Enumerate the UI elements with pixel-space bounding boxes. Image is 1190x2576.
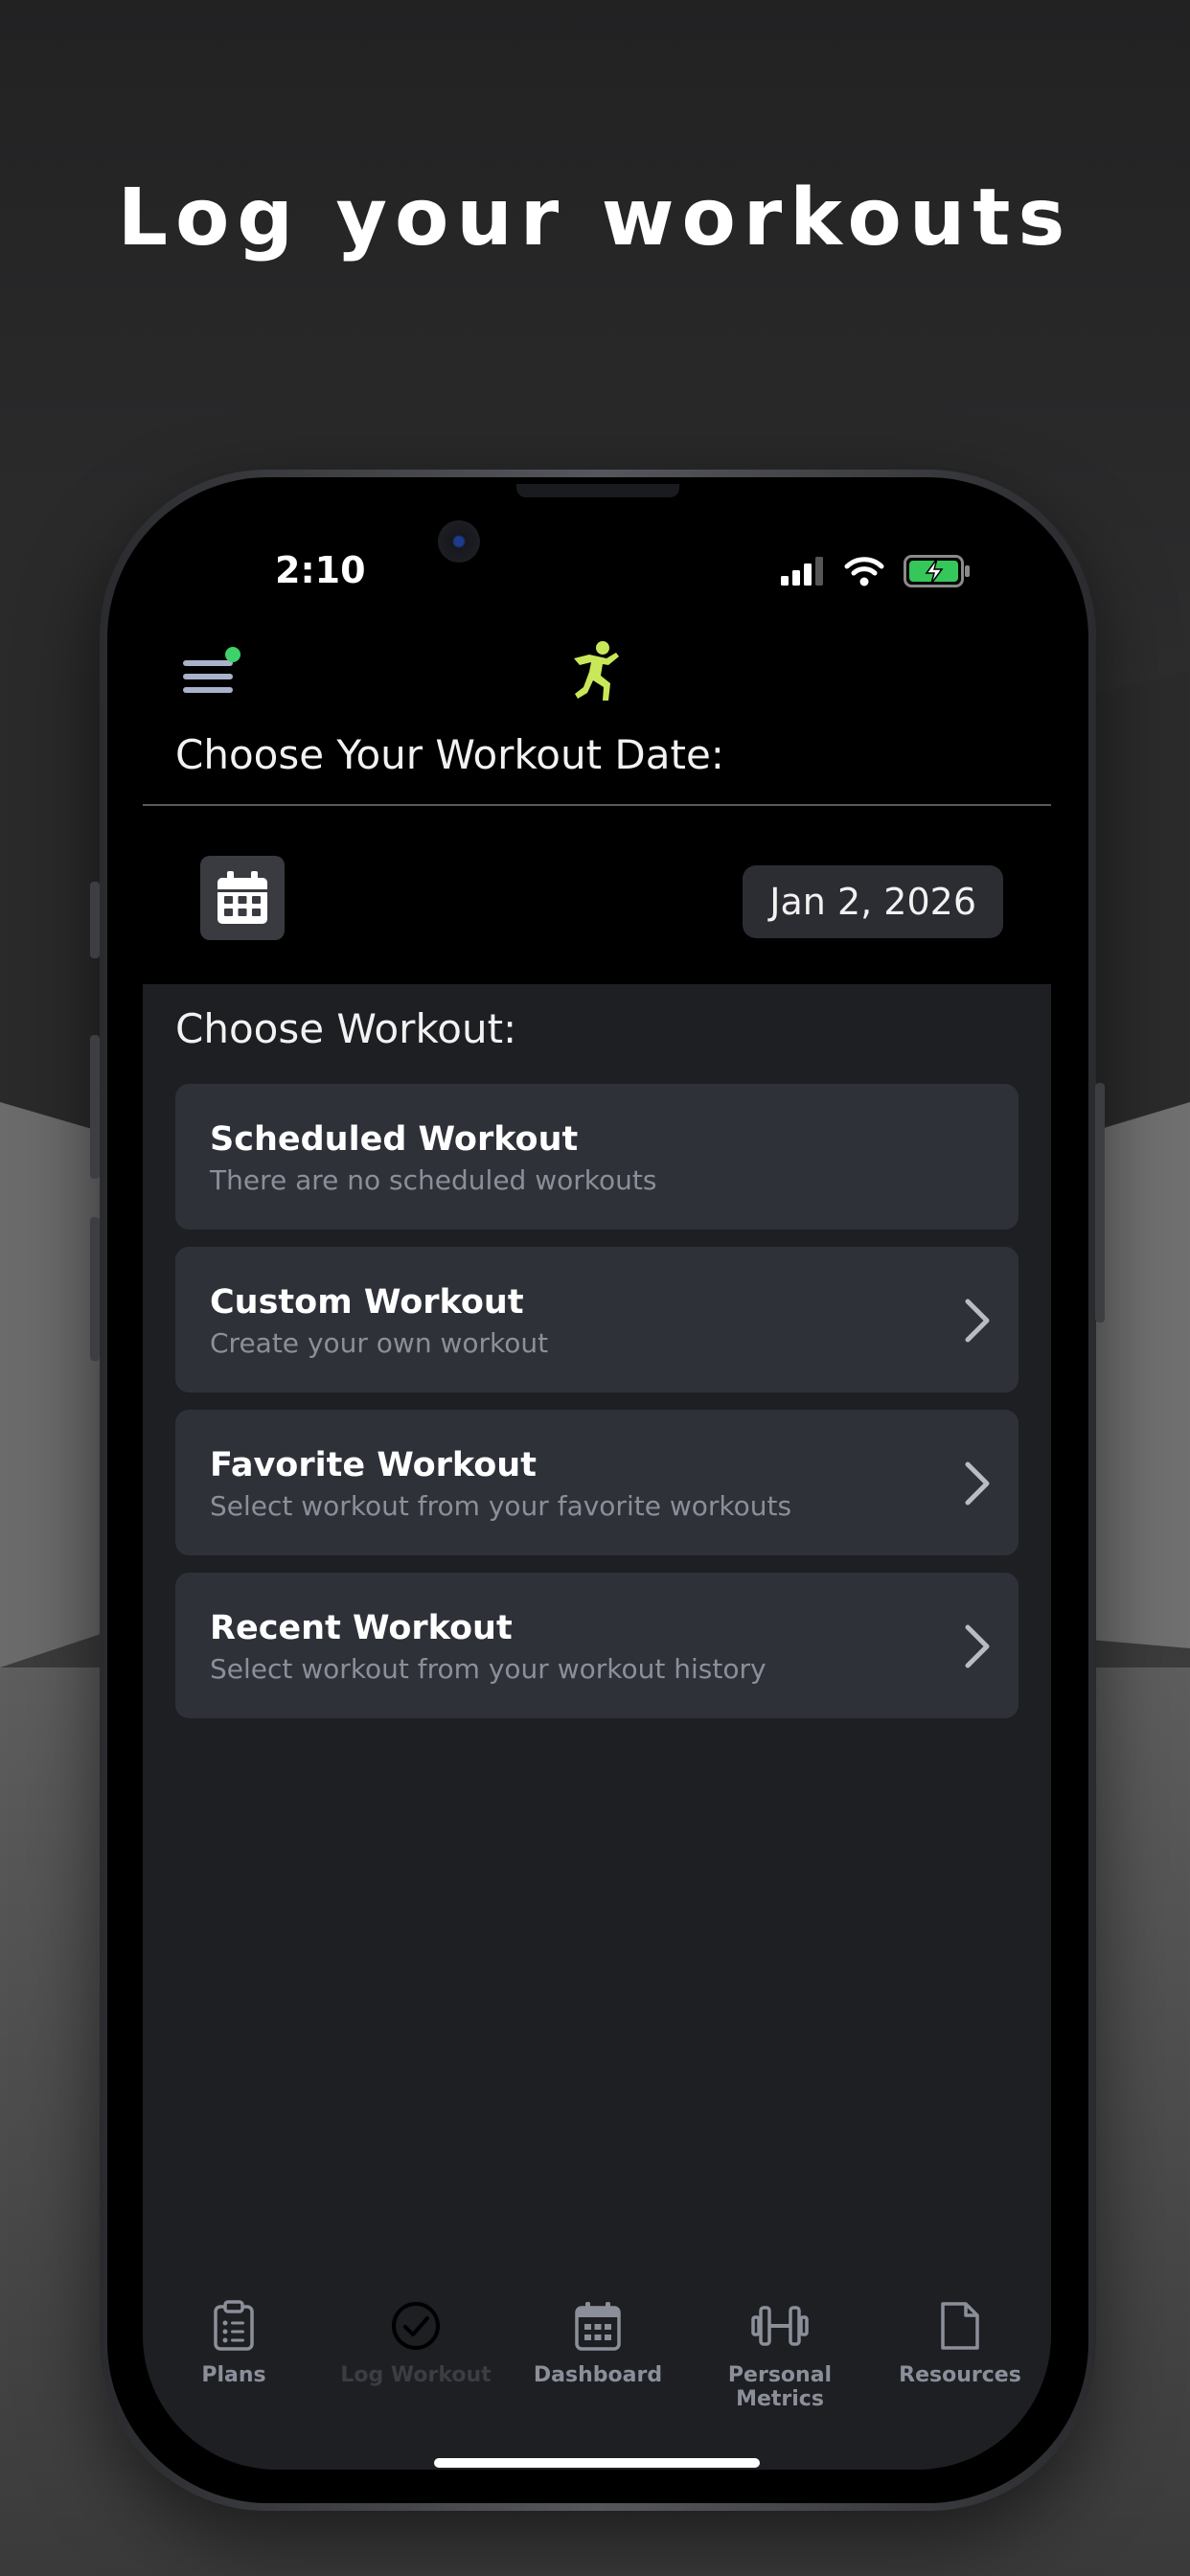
chevron-right-icon bbox=[965, 1624, 990, 1668]
card-title: Scheduled Workout bbox=[210, 1120, 579, 1159]
phone-side-button bbox=[90, 1217, 100, 1361]
card-subtitle: There are no scheduled workouts bbox=[210, 1164, 657, 1196]
workout-options-panel: Choose Workout: Scheduled Workout There … bbox=[143, 984, 1051, 2470]
phone-side-button bbox=[90, 882, 100, 958]
chevron-right-icon bbox=[965, 1461, 990, 1506]
tab-label: Resources bbox=[899, 2363, 1021, 2387]
phone-screen: 2:10 Choose Your Workout Date: Jan 2, 20… bbox=[143, 484, 1051, 2470]
speaker-grille bbox=[516, 484, 679, 497]
home-indicator bbox=[434, 2458, 760, 2468]
tab-dashboard[interactable]: Dashboard bbox=[507, 2300, 689, 2387]
cellular-signal-icon bbox=[781, 557, 823, 586]
dumbbell-icon bbox=[751, 2306, 809, 2346]
calendar-icon bbox=[575, 2302, 621, 2351]
card-title: Custom Workout bbox=[210, 1283, 524, 1322]
wifi-icon bbox=[844, 557, 884, 586]
date-picker-row: Jan 2, 2026 bbox=[143, 806, 1051, 984]
workout-date-heading: Choose Your Workout Date: bbox=[175, 731, 724, 778]
chevron-right-icon bbox=[965, 1299, 990, 1343]
selected-date-button[interactable]: Jan 2, 2026 bbox=[743, 865, 1003, 938]
running-figure-icon bbox=[574, 641, 619, 701]
menu-icon[interactable] bbox=[183, 647, 240, 701]
tab-resources[interactable]: Resources bbox=[869, 2300, 1051, 2387]
card-title: Favorite Workout bbox=[210, 1446, 537, 1484]
battery-charging-icon bbox=[904, 555, 970, 587]
tab-label: Dashboard bbox=[533, 2363, 663, 2387]
tab-label: Plans bbox=[201, 2363, 266, 2387]
card-subtitle: Select workout from your favorite workou… bbox=[210, 1490, 792, 1522]
tab-log-workout[interactable]: Log Workout bbox=[325, 2300, 507, 2387]
app-header bbox=[143, 637, 1051, 733]
calendar-button[interactable] bbox=[200, 856, 285, 940]
phone-side-button bbox=[90, 1035, 100, 1179]
front-camera bbox=[438, 520, 480, 563]
notification-dot bbox=[225, 647, 240, 662]
status-icons bbox=[781, 555, 971, 587]
calendar-icon bbox=[217, 871, 267, 924]
tab-label: Personal Metrics bbox=[727, 2363, 833, 2411]
choose-workout-heading: Choose Workout: bbox=[175, 1005, 517, 1052]
document-icon bbox=[941, 2302, 979, 2350]
status-time: 2:10 bbox=[275, 549, 366, 591]
recent-workout-card[interactable]: Recent Workout Select workout from your … bbox=[175, 1573, 1018, 1718]
card-title: Recent Workout bbox=[210, 1609, 513, 1647]
phone-side-button bbox=[1095, 1083, 1105, 1322]
scheduled-workout-card[interactable]: Scheduled Workout There are no scheduled… bbox=[175, 1084, 1018, 1230]
custom-workout-card[interactable]: Custom Workout Create your own workout bbox=[175, 1247, 1018, 1392]
favorite-workout-card[interactable]: Favorite Workout Select workout from you… bbox=[175, 1410, 1018, 1555]
checkmark-circle-icon bbox=[392, 2302, 440, 2350]
tab-personal-metrics[interactable]: Personal Metrics bbox=[689, 2300, 871, 2411]
tab-bar: Plans Log Workout Dashboard Personal Met… bbox=[143, 2300, 1051, 2415]
promo-headline: Log your workouts bbox=[117, 172, 1073, 264]
tab-plans[interactable]: Plans bbox=[143, 2300, 325, 2387]
card-subtitle: Create your own workout bbox=[210, 1327, 549, 1359]
card-subtitle: Select workout from your workout history bbox=[210, 1653, 767, 1685]
clipboard-icon bbox=[214, 2300, 254, 2351]
tab-label: Log Workout bbox=[340, 2363, 492, 2387]
